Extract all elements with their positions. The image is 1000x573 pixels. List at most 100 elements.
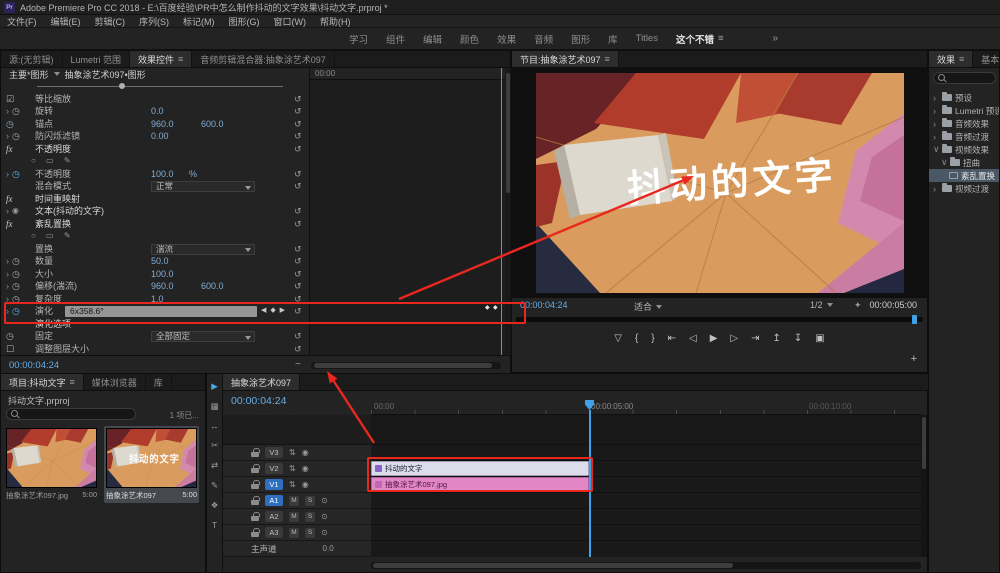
- expand-chevron-icon[interactable]: ∨: [941, 157, 947, 168]
- mask-tools-icons[interactable]: ○ ▭ ✎: [31, 155, 75, 168]
- property-value[interactable]: 100.0: [151, 268, 174, 281]
- panel-tab[interactable]: 效果≡: [929, 51, 973, 67]
- property-value[interactable]: 100.0: [151, 168, 174, 181]
- expand-chevron-icon[interactable]: ›: [933, 119, 939, 129]
- timeline-vertical-scrollbar[interactable]: [921, 415, 927, 557]
- expand-chevron-icon[interactable]: ›: [6, 268, 9, 281]
- reset-parameter-icon[interactable]: ↺: [294, 330, 302, 343]
- panel-tab[interactable]: 基本图...: [973, 51, 999, 67]
- toggle-animation-stopwatch-icon[interactable]: ◷: [12, 168, 20, 181]
- panel-tab[interactable]: 节目:抽象涂艺术097≡: [512, 51, 619, 67]
- effect-property-row[interactable]: ☑等比缩放↺: [1, 93, 309, 106]
- effects-tree-item[interactable]: 紊乱置换: [929, 169, 999, 182]
- expand-chevron-icon[interactable]: ›: [6, 293, 9, 306]
- effect-property-row[interactable]: fx紊乱置换↺: [1, 218, 309, 231]
- reset-parameter-icon[interactable]: ↺: [294, 293, 302, 306]
- menu-item[interactable]: 剪辑(C): [88, 15, 133, 28]
- track-lock-icon[interactable]: [251, 452, 259, 457]
- effect-property-row[interactable]: [1, 80, 309, 93]
- effects-tree-item[interactable]: ›音频效果: [929, 117, 999, 130]
- mini-timeline-playhead[interactable]: [501, 68, 502, 355]
- checkbox[interactable]: ☐: [6, 343, 14, 356]
- type-tool[interactable]: T: [212, 520, 217, 530]
- reset-parameter-icon[interactable]: ↺: [294, 105, 302, 118]
- reset-parameter-icon[interactable]: ↺: [294, 118, 302, 131]
- reset-parameter-icon[interactable]: ↺: [294, 180, 302, 193]
- audio-track-header[interactable]: A1MS⊙: [223, 493, 371, 509]
- video-track-header[interactable]: V2⇅◉: [223, 461, 371, 477]
- audio-track-header[interactable]: A2MS⊙: [223, 509, 371, 525]
- effect-property-row[interactable]: ›◷防闪烁滤镜0.00↺: [1, 130, 309, 143]
- add-button[interactable]: +: [911, 353, 917, 365]
- program-video-area[interactable]: 抖动的文字: [512, 68, 927, 298]
- menu-item[interactable]: 标记(M): [176, 15, 222, 28]
- track-select-forward-tool[interactable]: ▦: [210, 401, 218, 412]
- zoom-fit-select[interactable]: 适合: [634, 300, 662, 313]
- step-back-icon[interactable]: ◁: [689, 333, 697, 344]
- panel-tab[interactable]: 项目:抖动文字≡: [1, 374, 84, 390]
- hand-tool[interactable]: ❖: [211, 500, 219, 511]
- effects-tree-item[interactable]: ∨扭曲: [929, 156, 999, 169]
- panel-tab[interactable]: 音频剪辑混合器:抽象涂艺术097: [192, 51, 335, 67]
- panel-tab[interactable]: 效果控件≡: [130, 51, 192, 67]
- expand-chevron-icon[interactable]: ›: [6, 205, 9, 218]
- toggle-animation-stopwatch-icon[interactable]: ◷: [6, 118, 14, 131]
- effect-controls-mini-timeline[interactable]: 00:00 ◆ ◆: [309, 68, 505, 355]
- step-forward-icon[interactable]: ▷: [730, 333, 738, 344]
- effect-property-row[interactable]: ›◉文本(抖动的文字)↺: [1, 205, 309, 218]
- panel-menu-icon[interactable]: ≡: [605, 54, 610, 64]
- timeline-clip-still[interactable]: 抽象涂艺术097.jpg: [371, 477, 589, 492]
- program-timecode[interactable]: 00:00:04:24: [520, 300, 568, 310]
- effect-property-row[interactable]: ☐调整图层大小↺: [1, 343, 309, 356]
- track-lane-v3[interactable]: [371, 445, 921, 461]
- menu-item[interactable]: 序列(S): [132, 15, 176, 28]
- effect-property-row[interactable]: ›◷数量50.0↺: [1, 255, 309, 268]
- reset-parameter-icon[interactable]: ↺: [294, 305, 302, 318]
- reset-parameter-icon[interactable]: ↺: [294, 255, 302, 268]
- project-item-thumbnail[interactable]: 抖动的文字: [6, 428, 97, 488]
- project-search-input[interactable]: [6, 408, 136, 420]
- go-to-out-icon[interactable]: ⇥: [751, 333, 759, 344]
- razor-tool[interactable]: ✂: [211, 440, 218, 451]
- project-item[interactable]: 抖动的文字抽象涂艺术097.jpg5:00: [4, 426, 99, 503]
- settings-wrench-icon[interactable]: ✦: [854, 300, 862, 311]
- timeline-timecode[interactable]: 00:00:04:24: [231, 395, 286, 407]
- effect-property-row[interactable]: ○ ▭ ✎: [1, 155, 309, 168]
- reset-parameter-icon[interactable]: ↺: [294, 205, 302, 218]
- effect-property-row[interactable]: ◷锚点960.0600.0↺: [1, 118, 309, 131]
- panel-menu-icon[interactable]: ≡: [70, 377, 75, 387]
- voiceover-mic-icon[interactable]: ⊙: [321, 512, 328, 521]
- effects-search-input[interactable]: [933, 72, 996, 84]
- track-target-badge[interactable]: A3: [265, 527, 283, 538]
- reset-parameter-icon[interactable]: ↺: [294, 280, 302, 293]
- master-track-value[interactable]: 0.0: [323, 544, 334, 553]
- sync-lock-icon[interactable]: ⇅: [289, 448, 296, 457]
- timeline-tracks-area[interactable]: 抖动的文字 抽象涂艺术097.jpg: [371, 415, 921, 557]
- expand-chevron-icon[interactable]: ›: [933, 132, 939, 142]
- effect-property-row[interactable]: fx时间重映射: [1, 193, 309, 206]
- go-to-in-icon[interactable]: ⇤: [668, 333, 676, 344]
- sync-lock-icon[interactable]: ⇅: [289, 464, 296, 473]
- expand-chevron-icon[interactable]: ›: [6, 168, 9, 181]
- expand-chevron-icon[interactable]: ›: [933, 106, 939, 116]
- track-target-badge[interactable]: A1: [265, 495, 283, 506]
- track-lane-a2[interactable]: [371, 509, 921, 525]
- eye-icon[interactable]: ◉: [12, 205, 19, 218]
- expand-chevron-icon[interactable]: ›: [6, 105, 9, 118]
- selection-tool[interactable]: ▶: [211, 381, 218, 392]
- effects-tree-item[interactable]: ›视频过渡: [929, 182, 999, 195]
- expand-chevron-icon[interactable]: ›: [6, 130, 9, 143]
- master-track-header[interactable]: 主声道 0.0: [223, 541, 371, 557]
- effect-property-row[interactable]: ›◷不透明度100.0%↺: [1, 168, 309, 181]
- extract-icon[interactable]: ↧: [794, 333, 802, 344]
- menu-item[interactable]: 图形(G): [222, 15, 267, 28]
- property-dropdown[interactable]: 湍流: [151, 244, 255, 255]
- project-item[interactable]: 抖动的文字抽象涂艺术0975:00: [104, 426, 199, 503]
- play-icon[interactable]: ▶: [710, 333, 718, 344]
- property-dropdown[interactable]: 正常: [151, 181, 255, 192]
- timeline-horizontal-scrollbar[interactable]: [371, 562, 921, 569]
- reset-parameter-icon[interactable]: ↺: [294, 243, 302, 256]
- effect-property-row[interactable]: ○ ▭ ✎: [1, 230, 309, 243]
- video-track-header[interactable]: V3⇅◉: [223, 445, 371, 461]
- effect-property-row[interactable]: ›◷旋转0.0↺: [1, 105, 309, 118]
